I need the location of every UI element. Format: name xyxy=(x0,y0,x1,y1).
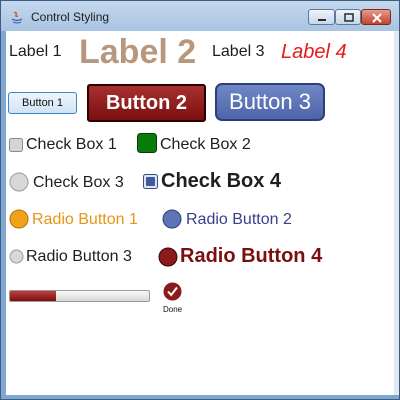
progress-bar xyxy=(9,290,150,302)
radio-button-2-label: Radio Button 2 xyxy=(186,211,292,228)
checkbox-4-box[interactable] xyxy=(143,174,158,189)
checkbox-4-label: Check Box 4 xyxy=(161,170,282,192)
java-app-icon xyxy=(11,11,23,24)
close-button[interactable] xyxy=(361,9,391,25)
label-4: Label 4 xyxy=(281,41,347,63)
radio-button-1-label: Radio Button 1 xyxy=(32,211,138,228)
radio-button-1-circle[interactable] xyxy=(9,209,29,229)
checkbox-2-label: Check Box 2 xyxy=(160,136,251,153)
checkbox-1-box[interactable] xyxy=(9,138,23,152)
label-1: Label 1 xyxy=(9,43,62,60)
button-1[interactable]: Button 1 xyxy=(8,92,77,114)
window-title: Control Styling xyxy=(31,10,110,24)
progress-bar-fill xyxy=(10,291,56,301)
content-panel: Label 1 Label 2 Label 3 Label 4 Button 1… xyxy=(6,31,394,395)
checkbox-3-box[interactable] xyxy=(9,172,29,192)
minimize-icon xyxy=(318,19,326,21)
checkbox-3-label: Check Box 3 xyxy=(33,174,124,191)
radio-button-4-label: Radio Button 4 xyxy=(180,245,323,267)
label-2: Label 2 xyxy=(79,33,197,71)
maximize-icon xyxy=(344,13,354,22)
button-2[interactable]: Button 2 xyxy=(87,84,206,122)
label-3: Label 3 xyxy=(212,43,265,60)
close-icon xyxy=(372,13,382,23)
title-bar[interactable]: Control Styling xyxy=(1,1,399,31)
checkbox-1-label: Check Box 1 xyxy=(26,136,117,153)
radio-button-4-circle[interactable] xyxy=(158,247,178,267)
button-3[interactable]: Button 3 xyxy=(215,83,325,121)
radio-button-3-label: Radio Button 3 xyxy=(26,248,132,265)
done-check-icon xyxy=(163,282,182,301)
minimize-button[interactable] xyxy=(308,9,335,25)
done-label: Done xyxy=(163,305,183,314)
radio-button-3-circle[interactable] xyxy=(9,249,24,264)
maximize-button[interactable] xyxy=(335,9,361,25)
checkbox-2-box[interactable] xyxy=(137,133,157,153)
app-window: Control Styling Label 1 Label 2 Label 3 … xyxy=(0,0,400,400)
radio-button-2-circle[interactable] xyxy=(162,209,182,229)
right-window-border xyxy=(394,31,399,395)
